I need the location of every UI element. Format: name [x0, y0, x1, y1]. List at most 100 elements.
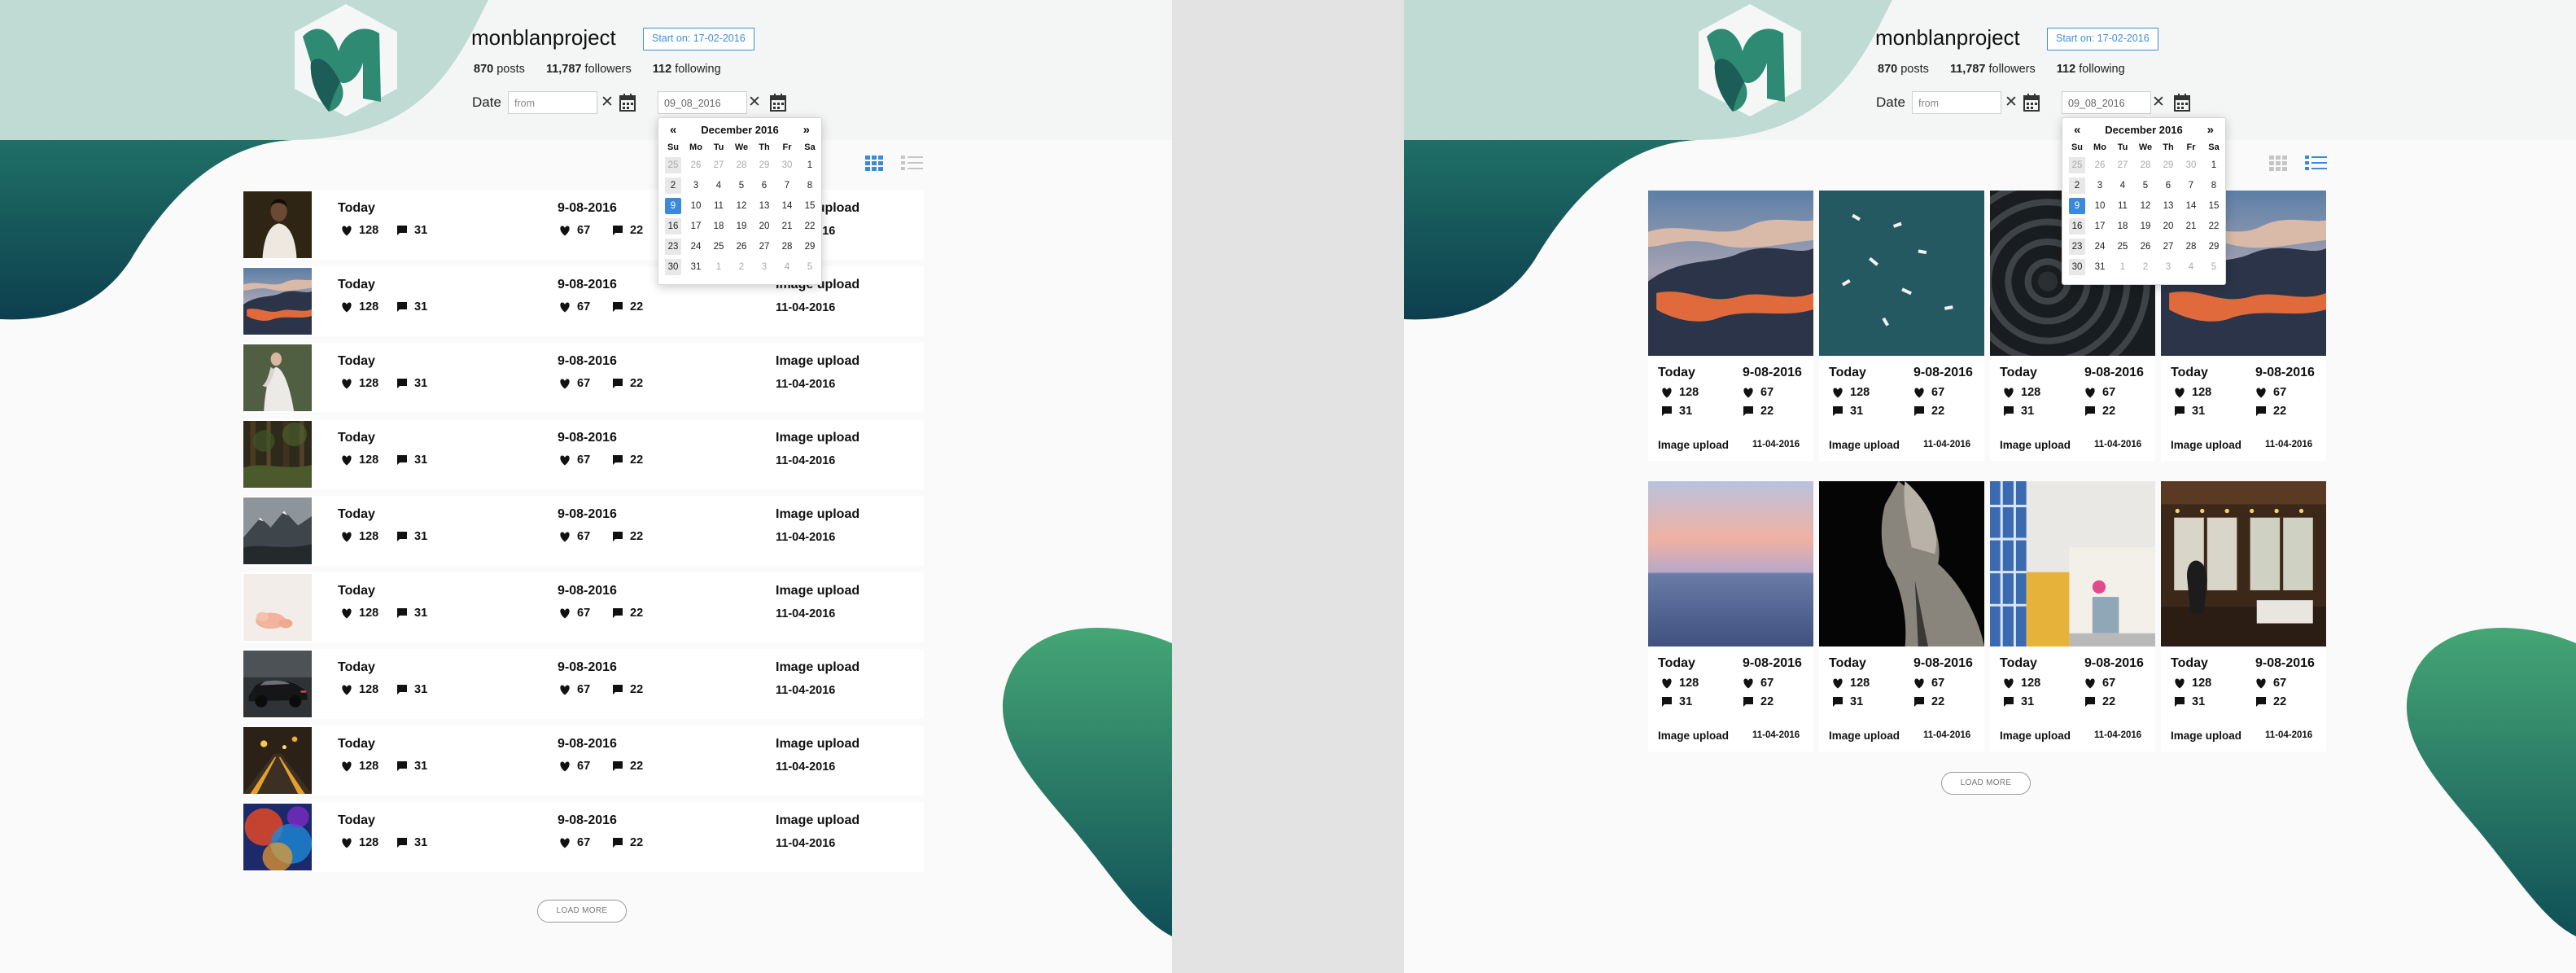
grid-card[interactable]: Today 9-08-2016 128 67 31 22 Image upload 11-04…	[1819, 481, 1984, 752]
calendar-day[interactable]: 26	[2137, 239, 2154, 255]
list-item[interactable]: Today 128 31 9-08-2016 67 22 Image upload 11-04…	[242, 725, 924, 795]
calendar-day[interactable]: 31	[2092, 259, 2108, 275]
list-view-icon[interactable]	[901, 156, 923, 170]
calendar-day[interactable]: 21	[2183, 218, 2199, 234]
calendar-day[interactable]: 4	[779, 259, 795, 275]
next-month-button[interactable]: »	[803, 121, 810, 139]
calendar-day[interactable]: 20	[2160, 218, 2176, 234]
calendar-day[interactable]: 28	[2183, 239, 2199, 255]
calendar-day[interactable]: 3	[688, 178, 704, 194]
clear-to-icon[interactable]: ✕	[745, 91, 764, 114]
calendar-day[interactable]: 29	[756, 157, 772, 173]
start-date-button[interactable]: Start on: 17-02-2016	[643, 28, 754, 50]
calendar-day[interactable]: 26	[2092, 157, 2108, 173]
calendar-day[interactable]: 16	[665, 218, 681, 234]
woman-portrait-image[interactable]	[243, 191, 312, 258]
post-image[interactable]	[1648, 191, 1813, 356]
grid-card[interactable]: Today 9-08-2016 128 67 31 22 Image upload 11-04…	[1648, 481, 1813, 752]
post-image[interactable]	[1819, 481, 1984, 646]
calendar-day[interactable]: 4	[2115, 178, 2131, 194]
calendar-day[interactable]: 4	[2183, 259, 2199, 275]
date-to-input[interactable]: 09_08_2016	[2062, 91, 2151, 114]
calendar-day[interactable]: 13	[756, 198, 772, 214]
post-image[interactable]	[1819, 191, 1984, 356]
calendar-day[interactable]: 28	[2137, 157, 2154, 173]
calendar-day[interactable]: 19	[733, 218, 750, 234]
calendar-day[interactable]: 25	[665, 157, 681, 173]
calendar-day[interactable]: 30	[2183, 157, 2199, 173]
calendar-day[interactable]: 24	[688, 239, 704, 255]
calendar-day[interactable]: 22	[2206, 218, 2222, 234]
calendar-day[interactable]: 15	[2206, 198, 2222, 214]
list-item[interactable]: Today 128 31 9-08-2016 67 22 Image upload 11-04…	[242, 802, 924, 872]
sunset-clouds-image[interactable]	[1648, 191, 1813, 356]
grid-card[interactable]: Today 9-08-2016 128 67 31 22 Image upload 11-04…	[1990, 481, 2155, 752]
post-image[interactable]	[1990, 481, 2155, 646]
calendar-day[interactable]: 1	[711, 259, 727, 275]
building-image[interactable]	[1990, 481, 2155, 646]
next-month-button[interactable]: »	[2207, 121, 2214, 139]
calendar-day[interactable]: 12	[733, 198, 750, 214]
calendar-day[interactable]: 17	[2092, 218, 2108, 234]
clear-to-icon[interactable]: ✕	[2149, 91, 2168, 114]
bride-dress-image[interactable]	[243, 344, 312, 411]
calendar-day[interactable]: 30	[2069, 259, 2085, 275]
post-image[interactable]	[1648, 481, 1813, 646]
calendar-day[interactable]: 25	[2115, 239, 2131, 255]
calendar-day[interactable]: 25	[711, 239, 727, 255]
calendar-day[interactable]: 19	[2137, 218, 2154, 234]
calendar-day[interactable]: 2	[2137, 259, 2154, 275]
calendar-day[interactable]: 1	[802, 157, 818, 173]
calendar-day[interactable]: 30	[779, 157, 795, 173]
peach-blur-image[interactable]	[243, 574, 312, 641]
calendar-day[interactable]: 12	[2137, 198, 2154, 214]
cabin-interior-image[interactable]	[2161, 481, 2326, 646]
calendar-day[interactable]: 11	[711, 198, 727, 214]
calendar-day[interactable]: 1	[2115, 259, 2131, 275]
post-image[interactable]	[2161, 481, 2326, 646]
colorful-smoke-image[interactable]	[243, 804, 312, 870]
calendar-day[interactable]: 7	[2183, 178, 2199, 194]
calendar-day[interactable]: 27	[2160, 239, 2176, 255]
calendar-day[interactable]: 22	[802, 218, 818, 234]
grid-card[interactable]: Today 9-08-2016 128 67 31 22 Image upload 11-04…	[1648, 191, 1813, 461]
calendar-day[interactable]: 8	[2206, 178, 2222, 194]
list-item[interactable]: Today 128 31 9-08-2016 67 22 Image upload 11-04…	[242, 343, 924, 413]
calendar-day[interactable]: 29	[802, 239, 818, 255]
forest-image[interactable]	[243, 421, 312, 488]
mountains-image[interactable]	[243, 497, 312, 564]
grid-view-icon[interactable]	[865, 156, 883, 171]
calendar-day[interactable]: 27	[2115, 157, 2131, 173]
calendar-day[interactable]: 1	[2206, 157, 2222, 173]
calendar-day[interactable]: 26	[688, 157, 704, 173]
post-thumbnail[interactable]	[243, 727, 312, 794]
load-more-button[interactable]: LOAD MORE	[1941, 772, 2031, 795]
list-item[interactable]: Today 128 31 9-08-2016 67 22 Image upload 11-04…	[242, 496, 924, 566]
calendar-day[interactable]: 6	[2160, 178, 2176, 194]
calendar-day[interactable]: 17	[688, 218, 704, 234]
post-thumbnail[interactable]	[243, 651, 312, 717]
calendar-day[interactable]: 5	[733, 178, 750, 194]
start-date-button[interactable]: Start on: 17-02-2016	[2047, 28, 2158, 50]
list-item[interactable]: Today 128 31 9-08-2016 67 22 Image upload 11-04…	[242, 572, 924, 642]
sunset-clouds-image[interactable]	[243, 268, 312, 335]
post-thumbnail[interactable]	[243, 191, 312, 258]
calendar-day[interactable]: 5	[2137, 178, 2154, 194]
calendar-day[interactable]: 10	[688, 198, 704, 214]
date-to-input[interactable]: 09_08_2016	[658, 91, 747, 114]
post-thumbnail[interactable]	[243, 804, 312, 870]
calendar-day[interactable]: 9	[2069, 198, 2085, 214]
calendar-day[interactable]: 29	[2160, 157, 2176, 173]
calendar-day[interactable]: 21	[779, 218, 795, 234]
list-view-icon[interactable]	[2305, 156, 2327, 170]
calendar-day[interactable]: 14	[2183, 198, 2199, 214]
calendar-day[interactable]: 18	[2115, 218, 2131, 234]
calendar-day[interactable]: 18	[711, 218, 727, 234]
calendar-day[interactable]: 14	[779, 198, 795, 214]
calendar-day[interactable]: 24	[2092, 239, 2108, 255]
calendar-day[interactable]: 3	[756, 259, 772, 275]
boats-aerial-image[interactable]	[1819, 191, 1984, 356]
calendar-day[interactable]: 31	[688, 259, 704, 275]
post-thumbnail[interactable]	[243, 421, 312, 488]
calendar-day[interactable]: 7	[779, 178, 795, 194]
